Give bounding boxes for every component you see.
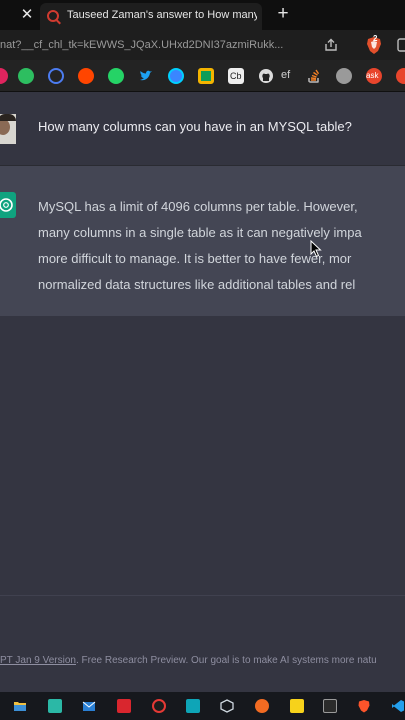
app-cyan-icon[interactable] [186, 699, 200, 713]
bookmark-ask-label: ask [366, 71, 379, 80]
virtualbox-icon[interactable] [220, 699, 234, 713]
user-avatar [0, 114, 16, 144]
reddit-icon[interactable] [78, 68, 94, 84]
vscode-icon[interactable] [391, 699, 405, 713]
input-area-divider [0, 595, 405, 596]
brave-browser-icon[interactable] [357, 699, 371, 713]
footer-text: . Free Research Preview. Our goal is to … [75, 655, 377, 666]
address-bar: nat?__cf_chl_tk=kEWWS_JQaX.UHxd2DNI37azm… [0, 30, 405, 60]
app-red-icon[interactable] [152, 699, 166, 713]
browser-tab[interactable]: Tauseed Zaman's answer to How many [40, 3, 262, 30]
assistant-message-row: MySQL has a limit of 4096 columns per ta… [0, 166, 405, 316]
windows-taskbar [0, 692, 405, 720]
bookmark-ef-label[interactable]: ef [281, 69, 290, 81]
terminal-icon[interactable] [323, 699, 337, 713]
share-icon[interactable] [323, 37, 339, 53]
stackoverflow-icon[interactable] [306, 68, 322, 84]
twitter-icon[interactable] [138, 68, 154, 84]
browser-tab-strip: ✕ Tauseed Zaman's answer to How many + [0, 0, 405, 30]
whatsapp-icon[interactable] [108, 68, 124, 84]
close-tab-icon[interactable]: ✕ [18, 6, 36, 24]
brave-badge-count: 2 [373, 34, 378, 43]
footer-disclaimer: PT Jan 9 Version. Free Research Preview.… [0, 655, 405, 666]
tab-title: Tauseed Zaman's answer to How many [67, 9, 257, 21]
sticky-notes-icon[interactable] [290, 699, 304, 713]
mouse-cursor-icon [310, 240, 322, 258]
quora-favicon-icon [47, 10, 59, 22]
answer-line: more difficult to manage. It is better t… [38, 251, 352, 266]
wps-writer-icon[interactable] [117, 699, 131, 713]
release-notes-link[interactable]: PT Jan 9 Version [0, 655, 76, 666]
app-orange-icon[interactable] [255, 699, 269, 713]
assistant-answer: MySQL has a limit of 4096 columns per ta… [38, 194, 405, 298]
answer-line: MySQL has a limit of 4096 columns per ta… [38, 199, 358, 214]
mail-icon[interactable] [82, 699, 96, 713]
user-message-row: How many columns can you have in an MYSQ… [0, 92, 405, 166]
bookmark-google-icon[interactable] [198, 68, 214, 84]
file-explorer-icon[interactable] [13, 699, 27, 713]
chatgpt-logo-icon [0, 192, 16, 218]
github-icon[interactable] [258, 68, 274, 84]
extensions-icon[interactable] [396, 36, 405, 54]
user-question: How many columns can you have in an MYSQ… [38, 119, 352, 134]
url-field[interactable]: nat?__cf_chl_tk=kEWWS_JQaX.UHxd2DNI37azm… [0, 39, 316, 51]
app-teal-icon[interactable] [48, 699, 62, 713]
bookmark-upwork-icon[interactable] [18, 68, 34, 84]
answer-line: normalized data structures like addition… [38, 277, 356, 292]
globe-icon[interactable] [336, 68, 352, 84]
bookmarks-bar: Cb ef ask [0, 60, 405, 92]
new-tab-icon[interactable]: + [273, 4, 293, 24]
bookmark-circle-icon[interactable] [48, 68, 64, 84]
bookmark-cb-label: Cb [230, 71, 242, 81]
bookmark-blue-c-icon[interactable] [168, 68, 184, 84]
answer-line: many columns in a single table as it can… [38, 225, 362, 240]
bookmark-red-icon[interactable] [0, 68, 8, 84]
bookmark-red-edge-icon[interactable] [396, 68, 405, 84]
